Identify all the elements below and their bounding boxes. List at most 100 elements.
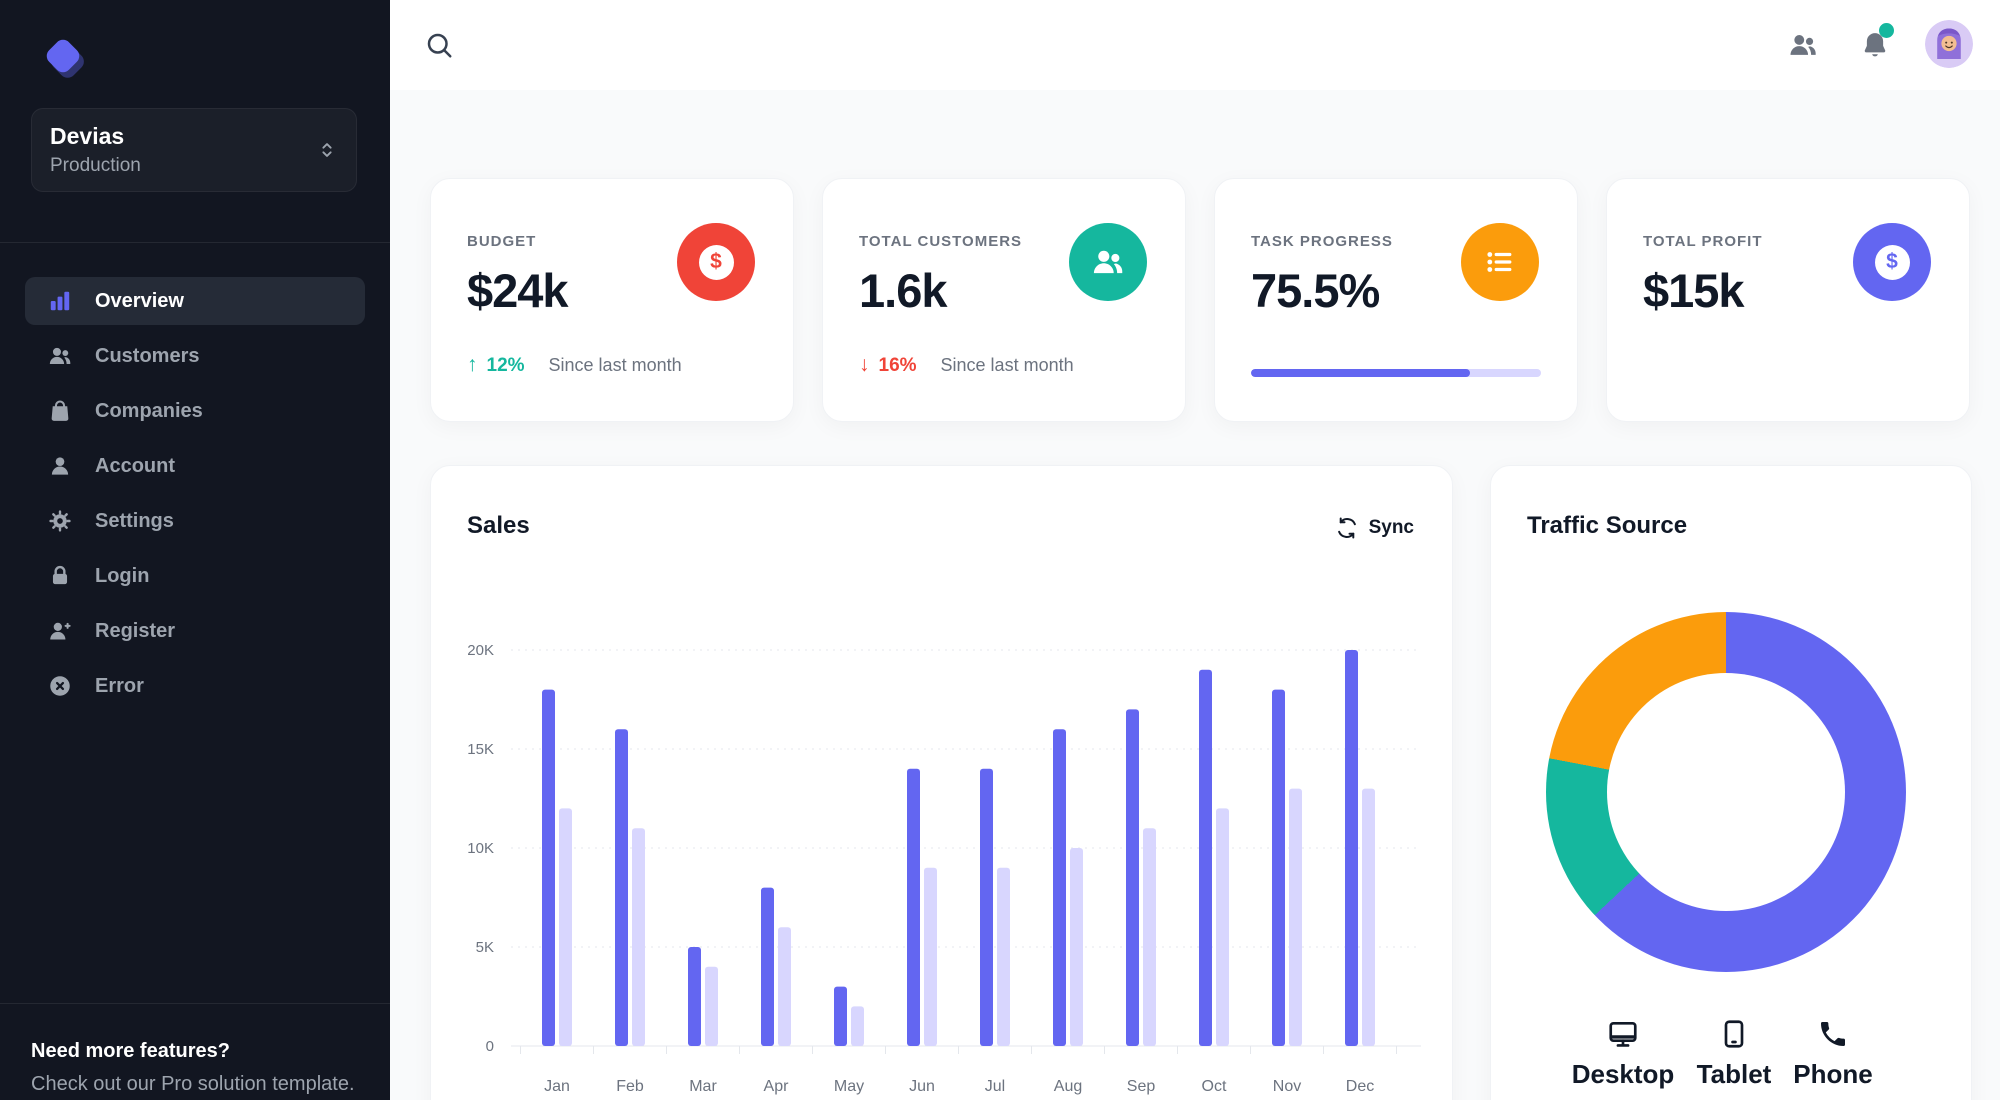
sidebar-item-settings[interactable]: Settings [25,497,365,545]
sidebar-item-customers[interactable]: Customers [25,332,365,380]
arrow-up-icon: ↑ [467,353,478,376]
footer-subtitle: Check out our Pro solution template. [31,1073,355,1095]
chart-bar-icon [47,288,73,314]
svg-text:Aug: Aug [1054,1078,1082,1095]
svg-text:20K: 20K [467,642,494,659]
topbar [390,0,2000,90]
sidebar-item-overview[interactable]: Overview [25,277,365,325]
svg-text:Jun: Jun [909,1078,935,1095]
svg-text:Jul: Jul [985,1078,1005,1095]
stat-card-task-progress: TASK PROGRESS 75.5% [1214,178,1578,422]
sidebar-item-label: Settings [95,509,174,532]
legend-item-phone: Phone [1773,1018,1893,1090]
users-icon[interactable] [1787,29,1819,61]
svg-text:Jan: Jan [544,1078,570,1095]
workspace-environment: Production [50,155,141,176]
bell-icon[interactable] [1860,23,1894,60]
sidebar-item-label: Error [95,674,144,697]
sidebar-item-error[interactable]: Error [25,662,365,710]
list-bullet-icon [1461,223,1539,301]
stat-trend: ↓ 16% Since last month [859,353,1074,377]
stat-label: TASK PROGRESS [1251,233,1393,250]
stat-card-total-profit: TOTAL PROFIT $15k $ [1606,178,1970,422]
trend-caption: Since last month [548,355,682,375]
stat-value: $15k [1643,264,1745,317]
user-icon [47,453,73,479]
lock-icon [47,563,73,589]
sync-label: Sync [1368,517,1414,538]
progress-bar [1251,369,1541,377]
sync-button[interactable]: Sync [1335,516,1414,540]
stat-value: 1.6k [859,264,947,317]
sidebar-nav: Overview Customers Companies Account Setting… [25,277,365,717]
svg-text:Oct: Oct [1202,1078,1227,1095]
sidebar-footer: Need more features? Check out our Pro so… [31,1040,371,1096]
search-icon[interactable] [424,30,454,60]
sales-title: Sales [467,512,530,539]
stat-trend: ↑ 12% Since last month [467,353,682,377]
svg-text:15K: 15K [467,741,494,758]
svg-text:Mar: Mar [689,1078,717,1095]
workspace-name: Devias [50,123,125,149]
sales-bar-chart: 0 5K 10K 15K 20K Jan Feb Mar Apr May Jun Jul Aug Sep O… [467,642,1421,1095]
sidebar-item-login[interactable]: Login [25,552,365,600]
sidebar-item-companies[interactable]: Companies [25,387,365,435]
traffic-donut-chart [1546,612,1906,972]
user-plus-icon [47,618,73,644]
trend-value: 16% [878,355,917,376]
svg-text:Feb: Feb [616,1078,644,1095]
sidebar-divider [0,1003,390,1004]
sidebar: Devias Production Overview Customers Compa… [0,0,390,1100]
shopping-bag-icon [47,398,73,424]
users-icon [1069,223,1147,301]
svg-text:May: May [834,1078,864,1095]
stat-card-total-customers: TOTAL CUSTOMERS 1.6k ↓ 16% Since last mo… [822,178,1186,422]
device-label: Phone [1793,1059,1873,1089]
legend-item-desktop: Desktop [1563,1018,1683,1090]
dashboard-app: Devias Production Overview Customers Compa… [0,0,2000,1100]
sidebar-item-label: Customers [95,344,200,367]
tablet-icon [1718,1018,1750,1052]
stat-value: $24k [467,264,569,317]
x-circle-icon [47,673,73,699]
svg-text:0: 0 [486,1038,494,1055]
sidebar-item-account[interactable]: Account [25,442,365,490]
stat-value: 75.5% [1251,264,1380,317]
sidebar-divider [0,242,390,243]
sidebar-item-label: Register [95,619,176,642]
avatar[interactable] [1925,20,1973,68]
arrow-down-icon: ↓ [859,353,870,376]
svg-text:Nov: Nov [1273,1078,1301,1095]
sidebar-item-label: Login [95,564,150,587]
svg-text:5K: 5K [476,939,494,956]
stat-label: BUDGET [467,233,537,250]
sidebar-item-label: Overview [95,289,184,312]
sidebar-item-label: Account [95,454,175,477]
currency-dollar-icon: $ [1853,223,1931,301]
svg-text:10K: 10K [467,840,494,857]
sales-card: Sales Sync 0 5K 10K 15K 20K Jan Feb Mar Apr May Ju… [430,465,1453,1100]
traffic-source-card: Traffic Source Desktop Tablet Phone [1490,465,1972,1100]
workspace-text: Devias Production [50,123,141,177]
sidebar-item-register[interactable]: Register [25,607,365,655]
caret-up-down-icon [316,139,338,161]
desktop-icon [1607,1018,1639,1052]
users-icon [47,343,73,369]
stat-label: TOTAL PROFIT [1643,233,1763,250]
workspace-selector[interactable]: Devias Production [31,108,357,192]
currency-dollar-icon: $ [677,223,755,301]
progress-fill [1251,369,1470,377]
svg-text:Apr: Apr [764,1078,790,1095]
devias-logo-icon [37,30,89,87]
phone-icon [1817,1018,1849,1052]
sidebar-item-label: Companies [95,399,203,422]
trend-caption: Since last month [940,355,1074,375]
sync-icon [1335,516,1359,540]
svg-text:Sep: Sep [1127,1078,1156,1095]
footer-title: Need more features? [31,1040,230,1062]
svg-text:Dec: Dec [1346,1078,1374,1095]
dollar-glyph: $ [1874,244,1910,280]
stat-card-budget: BUDGET $24k $ ↑ 12% Since last month [430,178,794,422]
gear-icon [47,508,73,534]
device-label: Desktop [1571,1059,1675,1089]
